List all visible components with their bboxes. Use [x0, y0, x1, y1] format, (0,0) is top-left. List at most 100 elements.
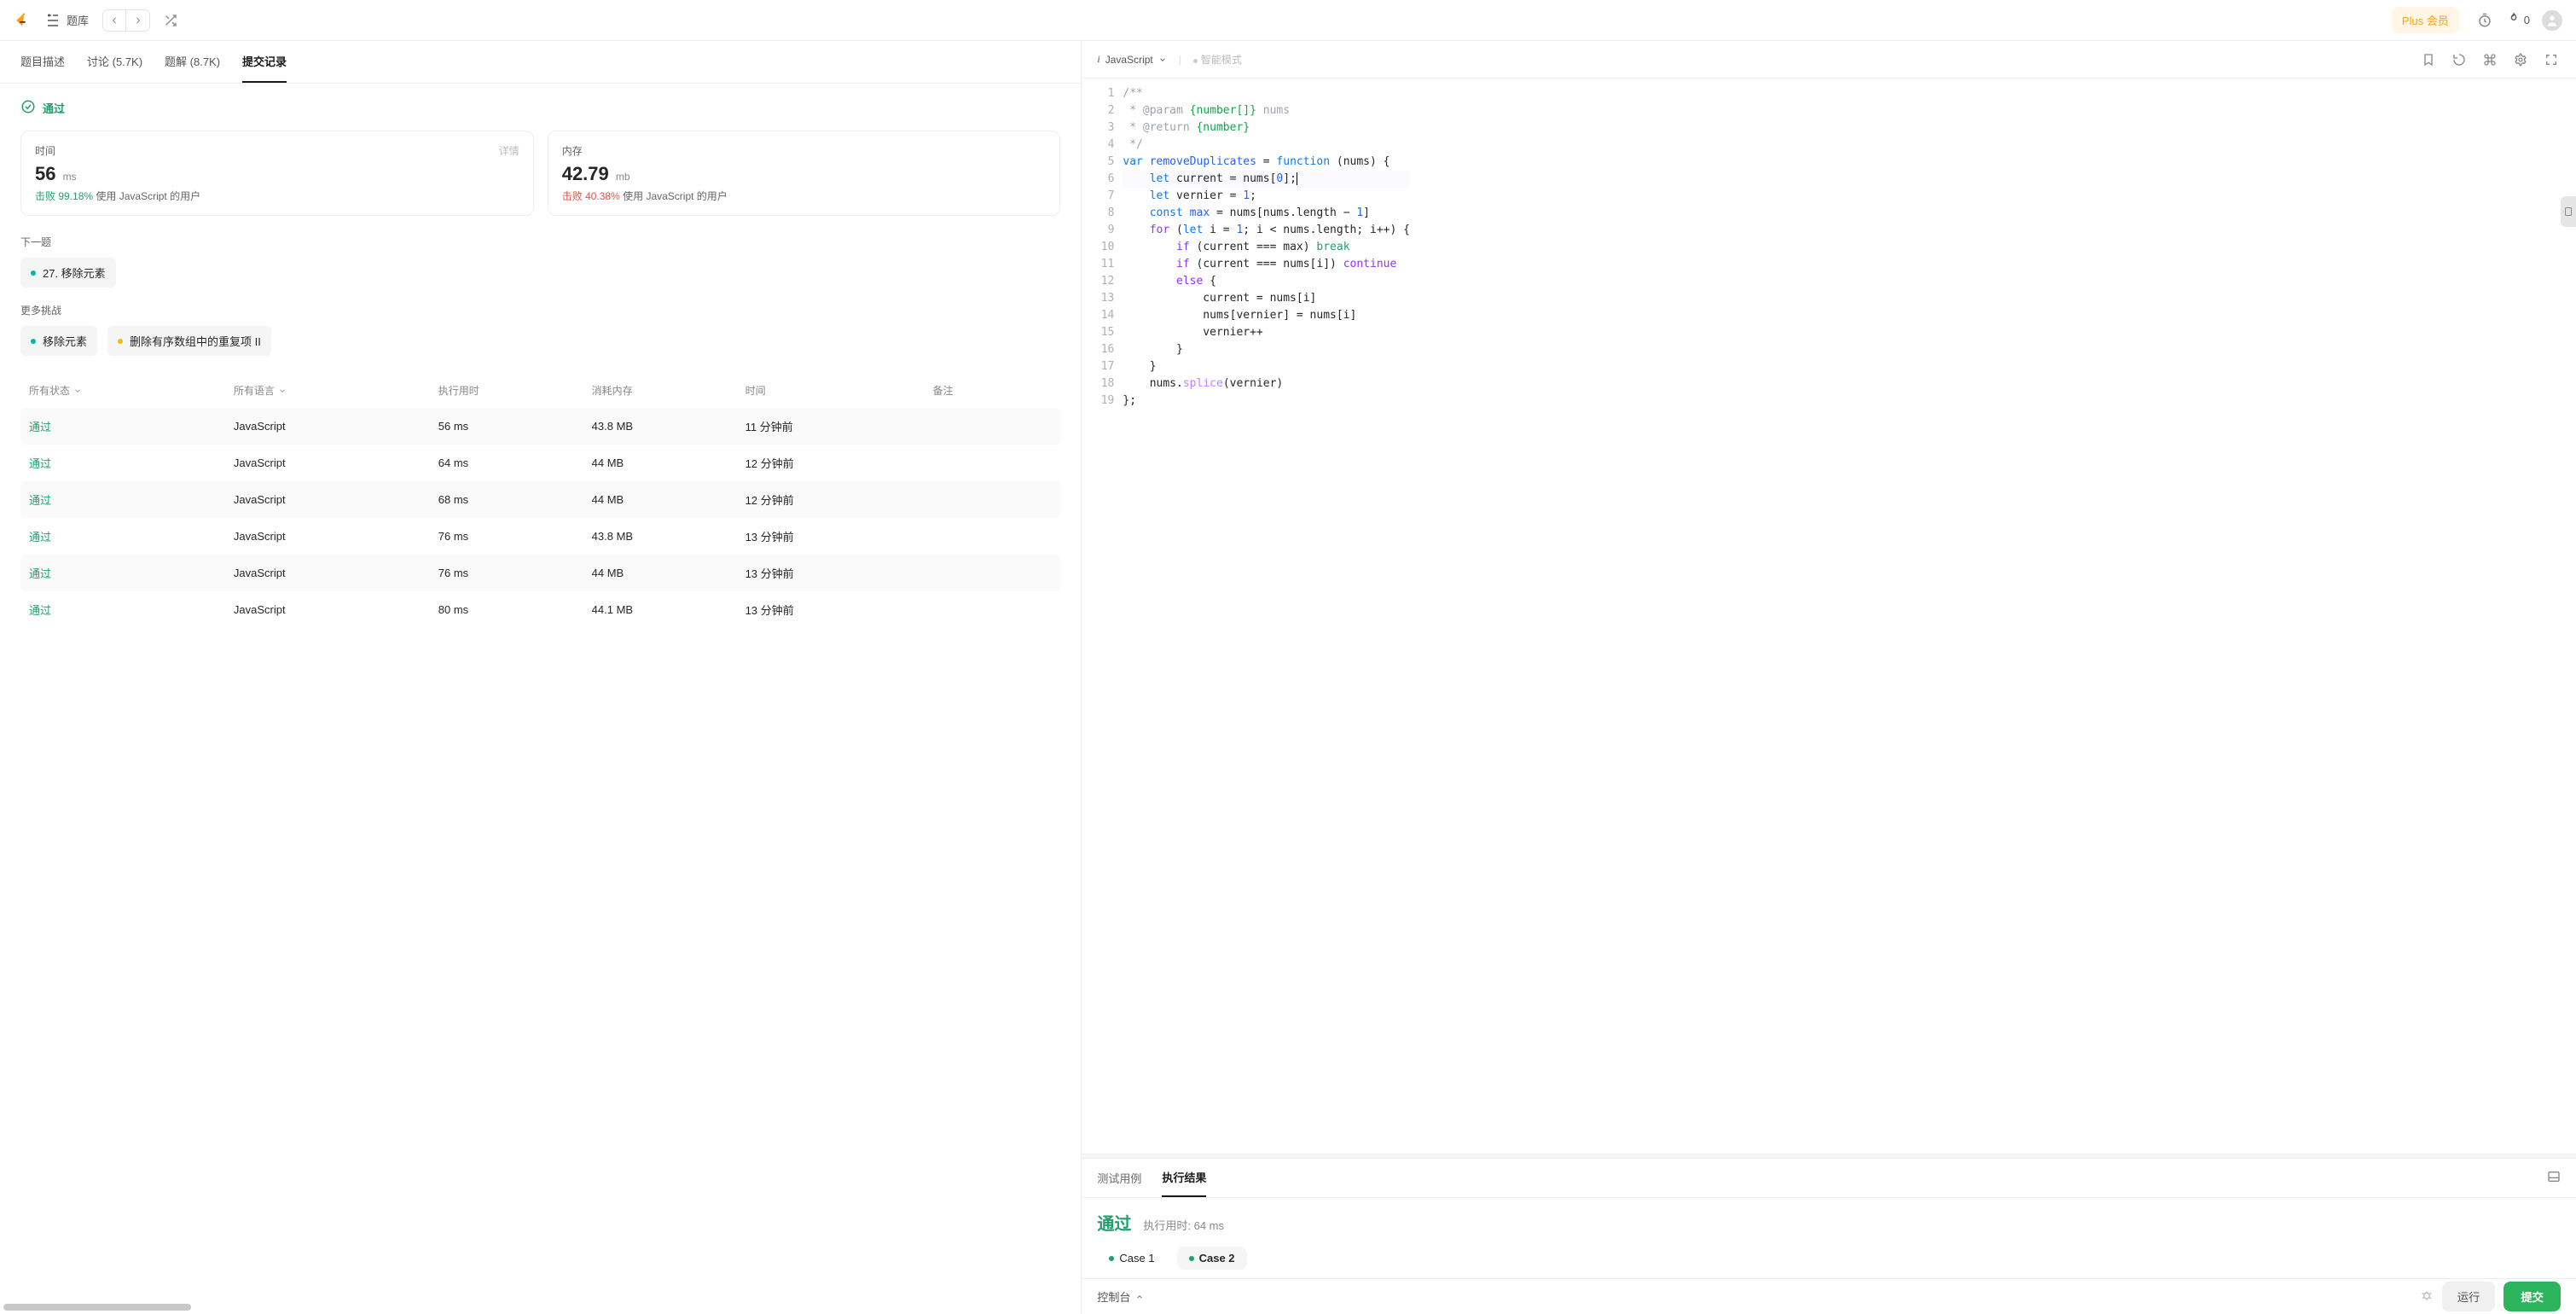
cell-runtime: 64 ms: [438, 456, 592, 469]
tab-solutions[interactable]: 题解 (8.7K): [165, 41, 220, 83]
cell-time: 13 分钟前: [746, 602, 933, 618]
cell-time: 12 分钟前: [746, 491, 933, 508]
table-row[interactable]: 通过JavaScript64 ms44 MB12 分钟前: [20, 445, 1060, 481]
bug-icon[interactable]: [2420, 1288, 2434, 1305]
cell-lang: JavaScript: [234, 456, 438, 469]
cell-status: 通过: [29, 528, 234, 544]
case-tab-1[interactable]: Case 1: [1097, 1247, 1166, 1270]
cell-time: 13 分钟前: [746, 565, 933, 581]
challenge-chip[interactable]: 移除元素: [20, 326, 97, 356]
shuffle-icon[interactable]: [162, 12, 179, 29]
list-icon[interactable]: [44, 12, 61, 29]
reset-icon[interactable]: [2450, 53, 2469, 67]
next-button[interactable]: [126, 9, 150, 32]
check-icon: [20, 99, 36, 117]
horizontal-scrollbar[interactable]: [3, 1304, 191, 1311]
left-pane: 题目描述 讨论 (5.7K) 题解 (8.7K) 提交记录 通过 时间 详情 5…: [0, 41, 1082, 1314]
time-card[interactable]: 时间 详情 56 ms 击败 99.18% 使用 JavaScript 的用户: [20, 131, 534, 216]
chevron-up-icon: [1135, 1293, 1144, 1301]
cell-time: 13 分钟前: [746, 528, 933, 544]
col-time: 时间: [746, 383, 933, 398]
layout-icon[interactable]: [2547, 1170, 2561, 1186]
submit-button[interactable]: 提交: [2503, 1282, 2561, 1311]
cell-lang: JavaScript: [234, 603, 438, 616]
more-section-title: 更多挑战: [20, 303, 1060, 317]
language-select[interactable]: i JavaScript: [1097, 53, 1166, 66]
memory-value: 42.79: [562, 163, 609, 184]
editor-mode[interactable]: 智能模式: [1193, 52, 1242, 67]
case-tab-2[interactable]: Case 2: [1177, 1247, 1247, 1270]
cell-memory: 44 MB: [592, 567, 746, 579]
nav-arrows: [102, 9, 150, 32]
col-runtime: 执行用时: [438, 383, 592, 398]
status-badge: 通过: [20, 99, 1060, 117]
time-unit: ms: [63, 171, 77, 183]
cell-memory: 43.8 MB: [592, 530, 746, 543]
cell-memory: 44 MB: [592, 456, 746, 469]
next-problem-chip[interactable]: 27. 移除元素: [20, 258, 116, 288]
shortcuts-icon[interactable]: [2480, 53, 2499, 67]
time-detail-link[interactable]: 详情: [499, 143, 519, 158]
cell-runtime: 76 ms: [438, 530, 592, 543]
code-editor[interactable]: 12345678910111213141516171819 /** * @par…: [1082, 78, 2576, 1154]
cell-lang: JavaScript: [234, 530, 438, 543]
streak-count: 0: [2524, 14, 2530, 26]
memory-label: 内存: [562, 143, 583, 158]
filter-lang[interactable]: 所有语言: [234, 383, 438, 398]
cell-runtime: 80 ms: [438, 603, 592, 616]
cell-runtime: 68 ms: [438, 493, 592, 506]
cell-status: 通过: [29, 565, 234, 581]
difficulty-dot-easy: [31, 339, 36, 344]
next-section-title: 下一题: [20, 235, 1060, 249]
cell-status: 通过: [29, 602, 234, 618]
cell-status: 通过: [29, 418, 234, 434]
tab-submissions[interactable]: 提交记录: [242, 41, 287, 83]
plus-membership-button[interactable]: Plus 会员: [2392, 7, 2459, 33]
result-status: 通过: [1097, 1210, 1131, 1235]
chevron-down-icon: [1158, 55, 1167, 64]
right-pane: i JavaScript | 智能模式 12345678910111213141…: [1082, 41, 2576, 1314]
challenge-chip[interactable]: 删除有序数组中的重复项 II: [107, 326, 271, 356]
tab-discuss[interactable]: 讨论 (5.7K): [87, 41, 142, 83]
table-row[interactable]: 通过JavaScript56 ms43.8 MB11 分钟前: [20, 408, 1060, 445]
difficulty-dot-medium: [118, 339, 123, 344]
col-memory: 消耗内存: [592, 383, 746, 398]
status-text: 通过: [43, 100, 65, 116]
cell-runtime: 76 ms: [438, 567, 592, 579]
run-button[interactable]: 运行: [2442, 1282, 2496, 1311]
submissions-table: 所有状态 所有语言 执行用时 消耗内存 时间 备注 通过JavaScript56…: [20, 373, 1060, 628]
tab-result[interactable]: 执行结果: [1162, 1159, 1206, 1197]
cell-lang: JavaScript: [234, 493, 438, 506]
streak-counter[interactable]: 0: [2507, 12, 2530, 28]
bookmark-icon[interactable]: [2419, 53, 2438, 67]
cell-status: 通过: [29, 455, 234, 471]
col-note: 备注: [932, 383, 1052, 398]
table-row[interactable]: 通过JavaScript76 ms44 MB13 分钟前: [20, 555, 1060, 591]
tab-description[interactable]: 题目描述: [20, 41, 65, 83]
result-runtime: 执行用时: 64 ms: [1143, 1217, 1224, 1233]
avatar[interactable]: [2542, 10, 2562, 31]
console-toggle[interactable]: 控制台: [1097, 1288, 1144, 1305]
topbar: 题库 Plus 会员 0: [0, 0, 2576, 41]
time-label: 时间: [35, 143, 55, 158]
cell-memory: 44 MB: [592, 493, 746, 506]
memory-card[interactable]: 内存 42.79 mb 击败 40.38% 使用 JavaScript 的用户: [548, 131, 1061, 216]
table-row[interactable]: 通过JavaScript76 ms43.8 MB13 分钟前: [20, 518, 1060, 555]
cell-lang: JavaScript: [234, 567, 438, 579]
table-row[interactable]: 通过JavaScript80 ms44.1 MB13 分钟前: [20, 591, 1060, 628]
filter-status[interactable]: 所有状态: [29, 383, 234, 398]
timer-icon[interactable]: [2473, 13, 2497, 28]
memory-unit: mb: [616, 171, 630, 183]
side-panel-handle[interactable]: [2561, 196, 2576, 227]
settings-icon[interactable]: [2511, 53, 2530, 67]
fullscreen-icon[interactable]: [2542, 53, 2561, 67]
cell-memory: 44.1 MB: [592, 603, 746, 616]
time-value: 56: [35, 163, 55, 184]
logo-icon[interactable]: [14, 11, 32, 30]
table-row[interactable]: 通过JavaScript68 ms44 MB12 分钟前: [20, 481, 1060, 518]
tab-testcases[interactable]: 测试用例: [1097, 1160, 1141, 1196]
cell-runtime: 56 ms: [438, 420, 592, 433]
prev-button[interactable]: [102, 9, 126, 32]
cell-lang: JavaScript: [234, 420, 438, 433]
page-title[interactable]: 题库: [67, 12, 89, 28]
